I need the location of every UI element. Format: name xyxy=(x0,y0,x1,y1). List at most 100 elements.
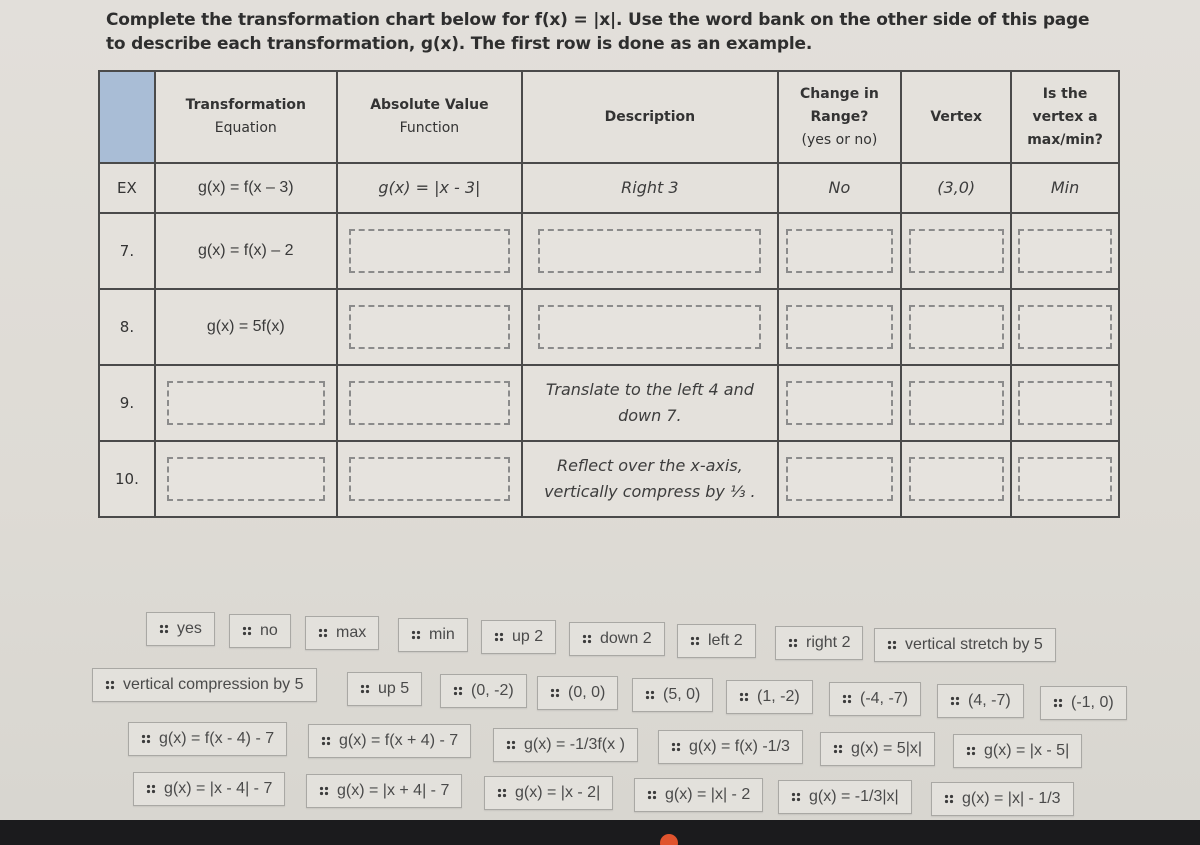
header-text: Function xyxy=(399,120,460,136)
word-chip[interactable]: min xyxy=(398,618,468,652)
word-chip[interactable]: g(x) = f(x - 4) - 7 xyxy=(128,722,288,756)
word-chip[interactable]: g(x) = -1/3|x| xyxy=(778,780,912,814)
drag-handle-icon xyxy=(1053,698,1063,708)
word-chip[interactable]: g(x) = f(x) -1/3 xyxy=(658,730,803,764)
chip-label: (5, 0) xyxy=(663,686,701,703)
drop-zone-change-in-range[interactable] xyxy=(785,229,893,273)
max-min-cell xyxy=(1010,440,1120,518)
word-bank: yes no max min up 2 down 2 left 2 right … xyxy=(0,600,1200,820)
drop-zone-transformation-equation[interactable] xyxy=(166,381,325,425)
word-chip[interactable]: (5, 0) xyxy=(632,678,714,712)
word-chip[interactable]: (-4, -7) xyxy=(829,682,921,716)
chip-label: (-4, -7) xyxy=(860,690,908,707)
chip-label: up 2 xyxy=(512,628,544,645)
chip-label: g(x) = 5|x| xyxy=(851,740,922,757)
drag-handle-icon xyxy=(242,626,252,636)
word-chip[interactable]: (0, -2) xyxy=(440,674,527,708)
transformation-chart: Transformation Equation Absolute Value F… xyxy=(98,70,1120,518)
word-chip[interactable]: g(x) = f(x + 4) - 7 xyxy=(308,724,472,758)
absolute-value-function: g(x) = |x - 3| xyxy=(335,162,524,214)
change-in-range: No xyxy=(776,162,903,214)
drop-zone-absolute-value-function[interactable] xyxy=(348,229,511,273)
chip-label: vertical compression by 5 xyxy=(123,676,304,693)
header-text: (yes or no) xyxy=(801,131,878,148)
header-change-in-range: Change in Range? (yes or no) xyxy=(776,70,903,164)
header-text: Equation xyxy=(214,120,277,136)
word-chip[interactable]: (-1, 0) xyxy=(1040,686,1127,720)
instructions-line-2: to describe each transformation, g(x). T… xyxy=(106,34,813,54)
drop-zone-absolute-value-function[interactable] xyxy=(348,305,511,349)
word-chip[interactable]: g(x) = 5|x| xyxy=(820,732,935,766)
absolute-value-function-cell xyxy=(335,364,524,442)
word-chip[interactable]: (0, 0) xyxy=(537,676,619,710)
word-chip[interactable]: g(x) = |x - 5| xyxy=(953,734,1083,768)
header-vertex: Vertex xyxy=(900,70,1013,164)
drop-zone-description[interactable] xyxy=(538,229,762,273)
word-chip[interactable]: g(x) = -1/3f(x ) xyxy=(493,728,638,762)
word-chip[interactable]: g(x) = |x| - 2 xyxy=(634,778,764,812)
word-chip[interactable]: max xyxy=(305,616,380,650)
word-chip[interactable]: up 5 xyxy=(347,672,423,706)
drop-zone-change-in-range[interactable] xyxy=(785,457,893,501)
chip-label: (-1, 0) xyxy=(1071,694,1114,711)
drop-zone-max-min[interactable] xyxy=(1018,229,1112,273)
drag-handle-icon xyxy=(647,790,657,800)
absolute-value-function-cell xyxy=(335,440,524,518)
word-chip[interactable]: g(x) = |x - 2| xyxy=(484,776,614,810)
drop-zone-description[interactable] xyxy=(538,305,762,349)
header-text: Vertex xyxy=(930,108,983,125)
chip-label: g(x) = f(x + 4) - 7 xyxy=(339,732,459,749)
header-text: Description xyxy=(604,108,696,125)
word-chip[interactable]: up 2 xyxy=(481,620,557,654)
header-row: Transformation Equation Absolute Value F… xyxy=(98,70,1120,164)
taskbar xyxy=(0,820,1200,845)
drop-zone-max-min[interactable] xyxy=(1018,457,1112,501)
header-absolute-value-function: Absolute Value Function xyxy=(335,70,524,164)
max-min-cell xyxy=(1010,288,1120,366)
word-chip[interactable]: g(x) = |x + 4| - 7 xyxy=(306,774,463,808)
drag-handle-icon xyxy=(739,692,749,702)
drop-zone-transformation-equation[interactable] xyxy=(166,457,325,501)
drop-zone-absolute-value-function[interactable] xyxy=(348,457,511,501)
drag-handle-icon xyxy=(887,640,897,650)
drag-handle-icon xyxy=(791,792,801,802)
description-cell xyxy=(521,288,779,366)
chip-label: (1, -2) xyxy=(757,688,800,705)
drop-zone-absolute-value-function[interactable] xyxy=(348,381,511,425)
drag-handle-icon xyxy=(690,636,700,646)
drag-handle-icon xyxy=(159,624,169,634)
word-chip[interactable]: yes xyxy=(146,612,215,646)
drop-zone-vertex[interactable] xyxy=(908,305,1004,349)
chip-label: g(x) = |x - 2| xyxy=(515,784,601,801)
word-chip[interactable]: vertical compression by 5 xyxy=(92,668,317,702)
header-description: Description xyxy=(521,70,779,164)
drop-zone-vertex[interactable] xyxy=(908,381,1004,425)
drag-handle-icon xyxy=(319,786,329,796)
change-in-range-cell xyxy=(776,364,903,442)
drop-zone-max-min[interactable] xyxy=(1018,381,1112,425)
drop-zone-vertex[interactable] xyxy=(908,229,1004,273)
transformation-equation-cell xyxy=(153,440,338,518)
word-chip[interactable]: no xyxy=(229,614,291,648)
table-row-10: 10. Reflect over the x-axis, vertically … xyxy=(98,440,1120,518)
word-chip[interactable]: down 2 xyxy=(569,622,665,656)
word-chip[interactable]: g(x) = |x| - 1/3 xyxy=(931,782,1074,816)
drop-zone-max-min[interactable] xyxy=(1018,305,1112,349)
drag-handle-icon xyxy=(788,638,798,648)
word-chip[interactable]: left 2 xyxy=(677,624,756,658)
app-icon[interactable] xyxy=(660,834,678,845)
change-in-range-cell xyxy=(776,440,903,518)
header-transformation-equation: Transformation Equation xyxy=(153,70,338,164)
drop-zone-change-in-range[interactable] xyxy=(785,305,893,349)
drag-handle-icon xyxy=(360,684,370,694)
drag-handle-icon xyxy=(950,696,960,706)
drop-zone-change-in-range[interactable] xyxy=(785,381,893,425)
transformation-equation: g(x) = 5f(x) xyxy=(153,288,338,366)
word-chip[interactable]: g(x) = |x - 4| - 7 xyxy=(133,772,286,806)
chip-label: g(x) = |x - 4| - 7 xyxy=(164,780,273,797)
word-chip[interactable]: (4, -7) xyxy=(937,684,1024,718)
word-chip[interactable]: (1, -2) xyxy=(726,680,813,714)
drop-zone-vertex[interactable] xyxy=(908,457,1004,501)
word-chip[interactable]: right 2 xyxy=(775,626,864,660)
word-chip[interactable]: vertical stretch by 5 xyxy=(874,628,1056,662)
